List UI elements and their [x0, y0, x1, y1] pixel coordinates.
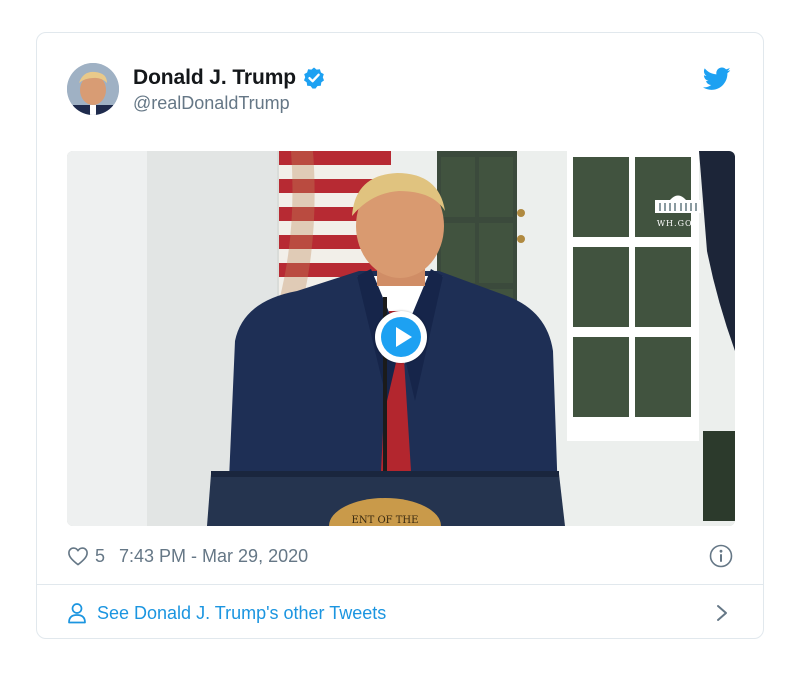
- tweet-author: Donald J. Trump @realDonaldTrump: [133, 65, 326, 114]
- tweet-header: Donald J. Trump @realDonaldTrump: [67, 63, 733, 119]
- video-player[interactable]: ENT OF THE WH.GOV: [67, 151, 735, 526]
- wh-gov-watermark: WH.GOV: [651, 191, 705, 228]
- avatar[interactable]: [67, 63, 119, 115]
- embedded-tweet-card: Donald J. Trump @realDonaldTrump ENT OF …: [36, 32, 764, 639]
- white-house-icon: [655, 195, 701, 213]
- chevron-right-icon[interactable]: [715, 603, 729, 623]
- like-count[interactable]: 5: [95, 546, 105, 567]
- twitter-bird-icon[interactable]: [702, 67, 731, 91]
- person-icon: [67, 602, 87, 624]
- verified-badge-icon: [302, 66, 326, 90]
- heart-icon[interactable]: [67, 546, 89, 566]
- display-name-row: Donald J. Trump: [133, 65, 326, 91]
- display-name[interactable]: Donald J. Trump: [133, 66, 296, 90]
- other-tweets-label[interactable]: See Donald J. Trump's other Tweets: [97, 603, 386, 624]
- tweet-meta: 5 7:43 PM - Mar 29, 2020: [67, 543, 733, 569]
- play-icon: [381, 317, 421, 357]
- tweet-timestamp[interactable]: 7:43 PM - Mar 29, 2020: [119, 546, 308, 567]
- user-handle[interactable]: @realDonaldTrump: [133, 93, 326, 114]
- other-tweets-link[interactable]: See Donald J. Trump's other Tweets: [67, 599, 733, 627]
- play-button[interactable]: [375, 311, 427, 363]
- wh-gov-text: WH.GOV: [656, 219, 700, 228]
- info-icon[interactable]: [709, 544, 733, 568]
- footer-divider: [37, 584, 763, 585]
- seal-text: ENT OF THE: [352, 515, 419, 526]
